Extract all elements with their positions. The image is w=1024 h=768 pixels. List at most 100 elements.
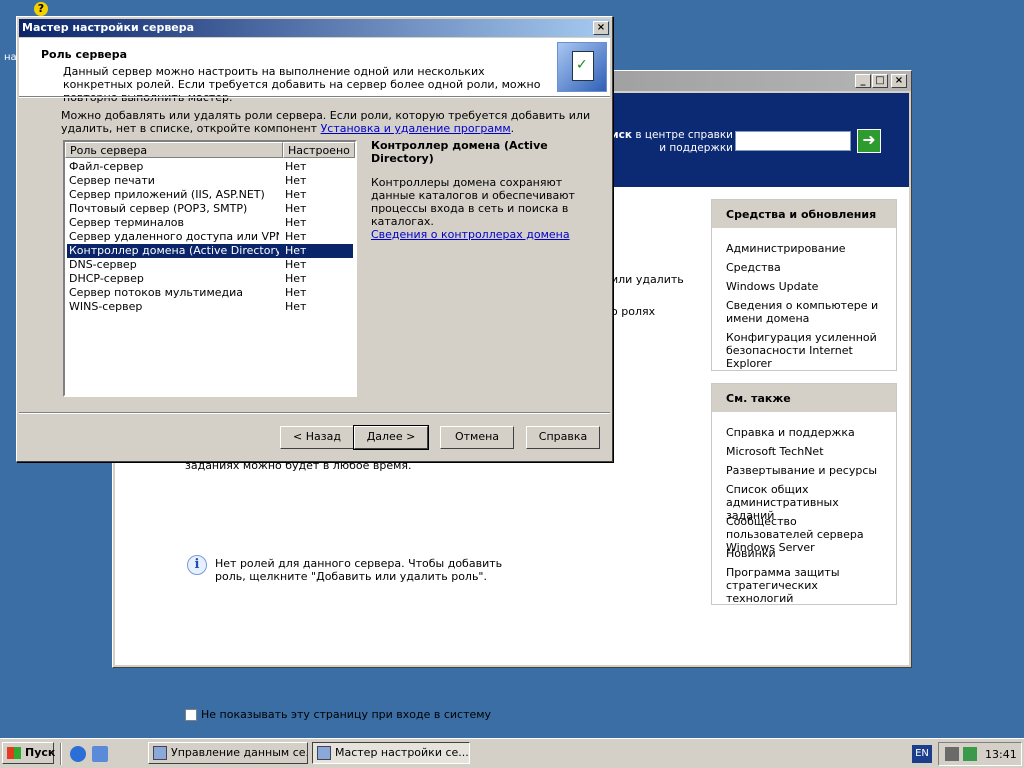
close-icon[interactable]: ×	[593, 21, 609, 35]
maximize-button[interactable]: □	[872, 74, 888, 88]
table-row[interactable]: Почтовый сервер (POP3, SMTP) Нет	[67, 202, 353, 216]
table-row[interactable]: Сервер удаленного доступа или VPN-с... Не…	[67, 230, 353, 244]
role-configured: Нет	[285, 202, 307, 215]
role-name: WINS-сервер	[69, 300, 143, 313]
taskbar-task-manage-server[interactable]: Управление данным се...	[148, 742, 308, 764]
cancel-button[interactable]: Отмена	[440, 426, 514, 449]
wizard-icon	[317, 746, 331, 760]
desktop-icon-label[interactable]: на	[4, 52, 17, 63]
back-button[interactable]: < Назад	[280, 426, 354, 449]
role-name: Сервер приложений (IIS, ASP.NET)	[69, 188, 265, 201]
next-button[interactable]: Далее >	[353, 425, 429, 450]
role-name: Сервер печати	[69, 174, 155, 187]
role-configured: Нет	[285, 216, 307, 229]
role-configured: Нет	[285, 272, 307, 285]
help-button[interactable]: Справка	[526, 426, 600, 449]
network-icon[interactable]	[963, 747, 977, 761]
clock: 13:41	[985, 748, 1017, 761]
role-configured: Нет	[285, 188, 307, 201]
see-also-item[interactable]: Развертывание и ресурсы	[726, 464, 877, 477]
tools-item[interactable]: Администрирование	[726, 242, 846, 255]
page-title: Роль сервера	[41, 48, 128, 61]
arrow-right-icon[interactable]: ➜	[857, 129, 881, 153]
add-remove-programs-link[interactable]: Установка и удаление программ	[321, 122, 511, 135]
see-also-item[interactable]: Справка и поддержка	[726, 426, 855, 439]
system-tray: 13:41	[938, 742, 1022, 766]
see-also-item[interactable]: Программа защиты стратегических технолог…	[726, 566, 886, 605]
role-configured: Нет	[285, 160, 307, 173]
role-name: Сервер удаленного доступа или VPN-с...	[69, 230, 279, 243]
role-configured: Нет	[285, 230, 307, 243]
table-row[interactable]: WINS-сервер Нет	[67, 300, 353, 314]
table-row[interactable]: Файл-сервер Нет	[67, 160, 353, 174]
info-text: Нет ролей для данного сервера. Чтобы доб…	[215, 557, 503, 583]
server-role-list[interactable]: Роль сервера Настроено Файл-сервер Нет Сер…	[63, 140, 357, 397]
desktop-help-badge: ?	[34, 2, 48, 16]
column-header-role[interactable]: Роль сервера	[65, 142, 283, 158]
role-name: DHCP-сервер	[69, 272, 144, 285]
page-description: Данный сервер можно настроить на выполне…	[63, 65, 541, 104]
role-configured: Нет	[285, 258, 307, 271]
role-configured: Нет	[285, 286, 307, 299]
quick-launch-separator	[60, 743, 62, 765]
language-indicator[interactable]: EN	[912, 745, 932, 763]
info-icon: i	[187, 555, 207, 575]
wizard-instructions: Можно добавлять или удалять роли сервера…	[61, 109, 591, 135]
partial-text: или удалить	[611, 273, 684, 286]
wizard-header: Роль сервера Данный сервер можно настрои…	[19, 38, 610, 104]
role-configured: Нет	[285, 244, 307, 257]
show-desktop-icon[interactable]	[92, 746, 108, 762]
hide-page-label[interactable]: Не показывать эту страницу при входе в с…	[201, 708, 491, 721]
server-icon	[153, 746, 167, 760]
divider	[19, 96, 610, 98]
tools-panel-title: Средства и обновления	[712, 200, 896, 228]
wizard-title: Мастер настройки сервера	[22, 21, 195, 34]
taskbar-task-wizard[interactable]: Мастер настройки се...	[312, 742, 470, 764]
help-search-input[interactable]	[735, 131, 851, 151]
table-row[interactable]: Контроллер домена (Active Directory) Нет	[66, 243, 354, 259]
role-name: DNS-сервер	[69, 258, 137, 271]
start-button[interactable]: Пуск	[2, 742, 55, 764]
column-header-configured[interactable]: Настроено	[283, 142, 355, 158]
internet-explorer-icon[interactable]	[70, 746, 86, 762]
divider	[19, 412, 610, 414]
taskbar: Пуск Управление данным се... Мастер наст…	[0, 738, 1024, 768]
domain-controller-info-link[interactable]: Сведения о контроллерах домена	[371, 228, 570, 241]
tools-item[interactable]: Средства	[726, 261, 781, 274]
server-config-wizard: Мастер настройки сервера × Роль сервера …	[16, 16, 613, 462]
help-search-label: иск в центре справки и поддержки	[611, 129, 733, 154]
close-button[interactable]: ×	[891, 74, 907, 88]
table-row[interactable]: Сервер приложений (IIS, ASP.NET) Нет	[67, 188, 353, 202]
role-name: Почтовый сервер (POP3, SMTP)	[69, 202, 248, 215]
role-name: Файл-сервер	[69, 160, 144, 173]
wizard-titlebar: Мастер настройки сервера ×	[19, 19, 610, 37]
hide-page-checkbox[interactable]	[185, 709, 197, 721]
checkmark-icon: ✓	[576, 57, 588, 73]
table-row[interactable]: DHCP-сервер Нет	[67, 272, 353, 286]
role-name: Сервер потоков мультимедиа	[69, 286, 244, 299]
tools-panel: Средства и обновления Администрирование …	[711, 199, 897, 371]
tools-item[interactable]: Сведения о компьютере и имени домена	[726, 299, 886, 325]
table-row[interactable]: Сервер печати Нет	[67, 174, 353, 188]
role-name: Сервер терминалов	[69, 216, 184, 229]
wizard-server-icon: ✓	[557, 42, 607, 92]
table-row[interactable]: Сервер потоков мультимедиа Нет	[67, 286, 353, 300]
partial-text: о ролях	[611, 305, 656, 318]
role-description-title: Контроллер домена (Active Directory)	[371, 139, 548, 165]
see-also-item[interactable]: Microsoft TechNet	[726, 445, 824, 458]
role-description-text: Контроллеры домена сохраняют данные ката…	[371, 176, 575, 228]
role-name: Контроллер домена (Active Directory)	[69, 244, 279, 257]
role-configured: Нет	[285, 174, 307, 187]
vm-tools-icon[interactable]	[945, 747, 959, 761]
windows-flag-icon	[7, 747, 21, 759]
list-header: Роль сервера Настроено	[65, 142, 355, 158]
tools-item[interactable]: Конфигурация усиленной безопасности Inte…	[726, 331, 892, 370]
table-row[interactable]: DNS-сервер Нет	[67, 258, 353, 272]
tools-item[interactable]: Windows Update	[726, 280, 818, 293]
see-also-item[interactable]: Новинки	[726, 547, 776, 560]
see-also-title: См. также	[712, 384, 896, 412]
see-also-panel: См. также Справка и поддержка Microsoft …	[711, 383, 897, 605]
table-row[interactable]: Сервер терминалов Нет	[67, 216, 353, 230]
minimize-button[interactable]: _	[855, 74, 871, 88]
role-configured: Нет	[285, 300, 307, 313]
